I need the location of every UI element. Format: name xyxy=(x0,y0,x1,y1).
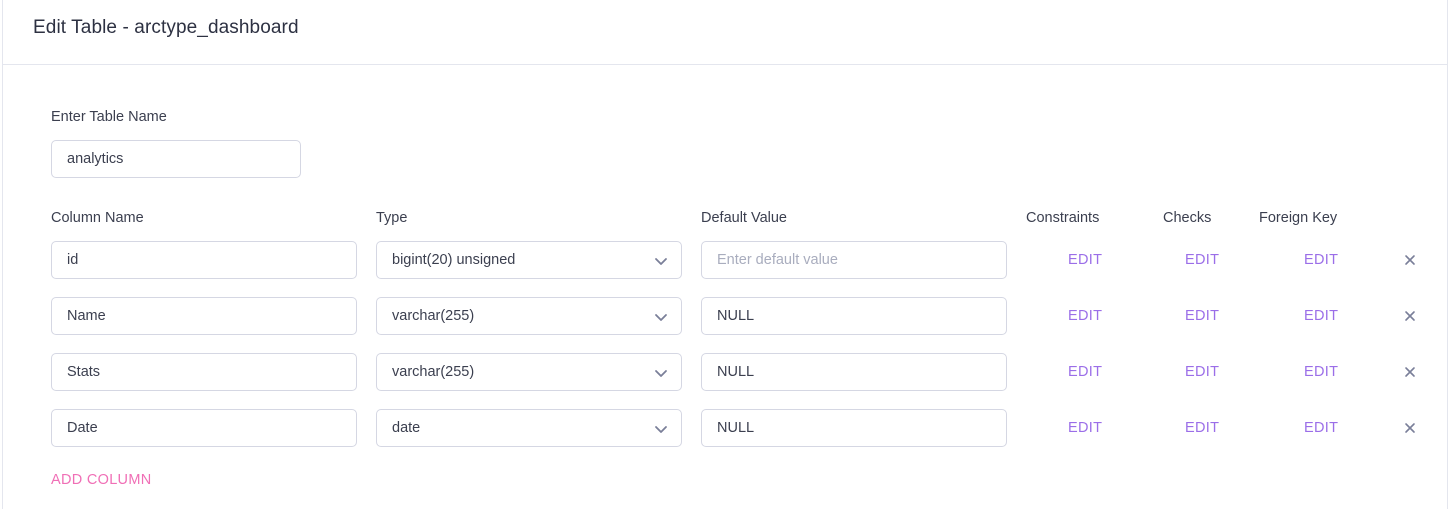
default-value-input[interactable]: Enter default value xyxy=(701,241,1007,279)
type-select-value: varchar(255) xyxy=(392,364,475,380)
default-value-input[interactable]: NULL xyxy=(701,297,1007,335)
type-select[interactable]: varchar(255) xyxy=(376,353,682,391)
type-select-value: varchar(255) xyxy=(392,308,475,324)
type-select-value: bigint(20) unsigned xyxy=(392,252,516,268)
chevron-down-icon xyxy=(655,314,667,321)
checks-edit-button[interactable]: EDIT xyxy=(1185,308,1219,324)
constraints-edit-button[interactable]: EDIT xyxy=(1068,252,1102,268)
table-name-label: Enter Table Name xyxy=(51,109,167,125)
constraints-edit-button[interactable]: EDIT xyxy=(1068,364,1102,380)
chevron-down-icon xyxy=(655,370,667,377)
type-select[interactable]: bigint(20) unsigned xyxy=(376,241,682,279)
table-name-input[interactable]: analytics xyxy=(51,140,301,178)
close-icon[interactable] xyxy=(1404,310,1416,322)
default-value-header: Default Value xyxy=(701,210,787,226)
default-value-input[interactable]: NULL xyxy=(701,409,1007,447)
type-header: Type xyxy=(376,210,408,226)
checks-edit-button[interactable]: EDIT xyxy=(1185,420,1219,436)
constraints-edit-button[interactable]: EDIT xyxy=(1068,420,1102,436)
constraints-header: Constraints xyxy=(1026,210,1100,226)
panel-header: Edit Table - arctype_dashboard xyxy=(3,0,1447,65)
chevron-down-icon xyxy=(655,426,667,433)
chevron-down-icon xyxy=(655,258,667,265)
column-name-input[interactable]: Stats xyxy=(51,353,357,391)
foreign-key-edit-button[interactable]: EDIT xyxy=(1304,420,1338,436)
type-select[interactable]: date xyxy=(376,409,682,447)
add-column-button[interactable]: ADD COLUMN xyxy=(51,472,151,488)
checks-edit-button[interactable]: EDIT xyxy=(1185,252,1219,268)
type-select-value: date xyxy=(392,420,421,436)
constraints-edit-button[interactable]: EDIT xyxy=(1068,308,1102,324)
edit-table-panel: Edit Table - arctype_dashboard Enter Tab… xyxy=(2,0,1448,509)
foreign-key-edit-button[interactable]: EDIT xyxy=(1304,308,1338,324)
checks-header: Checks xyxy=(1163,210,1212,226)
column-name-input[interactable]: Name xyxy=(51,297,357,335)
foreign-key-header: Foreign Key xyxy=(1259,210,1338,226)
page-title: Edit Table - arctype_dashboard xyxy=(33,17,299,38)
default-value-input[interactable]: NULL xyxy=(701,353,1007,391)
foreign-key-edit-button[interactable]: EDIT xyxy=(1304,252,1338,268)
close-icon[interactable] xyxy=(1404,254,1416,266)
column-name-header: Column Name xyxy=(51,210,144,226)
close-icon[interactable] xyxy=(1404,422,1416,434)
column-name-input[interactable]: Date xyxy=(51,409,357,447)
checks-edit-button[interactable]: EDIT xyxy=(1185,364,1219,380)
foreign-key-edit-button[interactable]: EDIT xyxy=(1304,364,1338,380)
type-select[interactable]: varchar(255) xyxy=(376,297,682,335)
column-name-input[interactable]: id xyxy=(51,241,357,279)
close-icon[interactable] xyxy=(1404,366,1416,378)
